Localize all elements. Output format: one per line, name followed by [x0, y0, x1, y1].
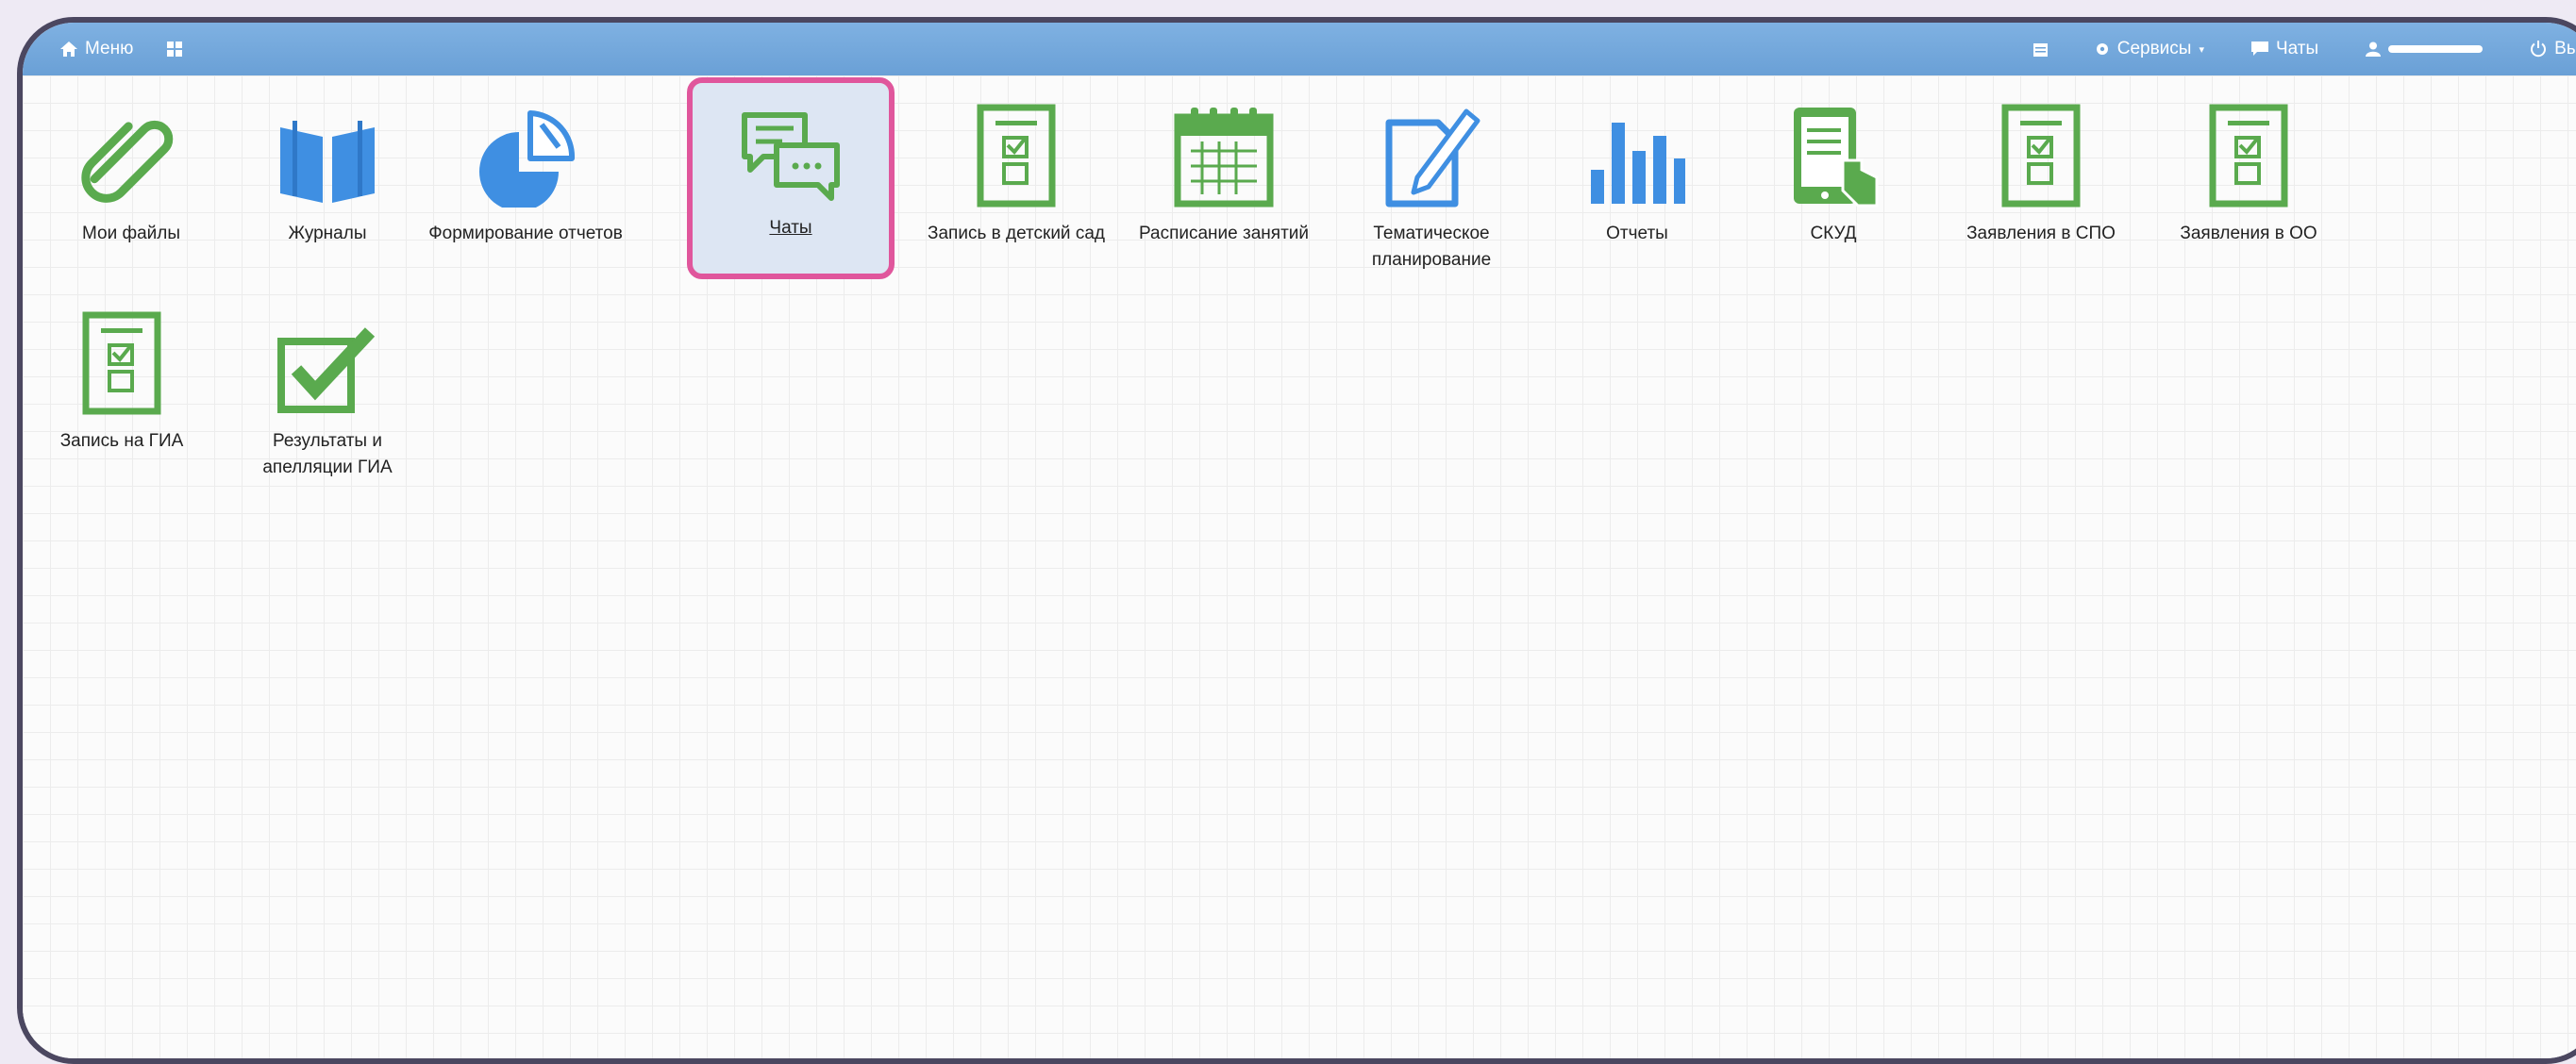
tile-label: Мои файлы [81, 224, 181, 243]
tile-skud[interactable]: СКУД [1734, 94, 1932, 247]
form-checklist-icon [2209, 104, 2288, 208]
tile-label: Результаты и апелляции ГИА [262, 431, 393, 477]
pie-chart-icon [479, 110, 576, 208]
tile-label: Формирование отчетов [428, 224, 623, 243]
menu-button[interactable]: Меню [60, 39, 133, 59]
tile-gia-results[interactable]: Результаты и апелляции ГИА [228, 302, 427, 481]
tile-reports-formation[interactable]: Формирование отчетов [427, 94, 625, 247]
app-window: Меню Сервисы ▾ Чаты В Мои файлы Журналы … [17, 17, 2576, 1064]
services-label: Сервисы [2116, 39, 2192, 58]
power-icon [2531, 41, 2547, 58]
form-checklist-icon [82, 311, 161, 415]
bar-chart-icon [1591, 123, 1685, 204]
tile-label: Тематическое планирование [1371, 224, 1492, 270]
exit-label: Выход [2554, 39, 2576, 58]
tile-kindergarten-enrollment[interactable]: Запись в детский сад [917, 94, 1115, 247]
tile-journals[interactable]: Журналы [228, 94, 427, 247]
chat-bubbles-icon [742, 112, 840, 201]
user-icon [2366, 42, 2382, 57]
tile-gia-registration[interactable]: Запись на ГИА [23, 302, 221, 455]
tile-label: СКУД [1810, 224, 1857, 243]
apps-grid-icon[interactable] [167, 42, 183, 57]
document-pencil-icon [1385, 108, 1480, 208]
form-checklist-icon [2001, 104, 2081, 208]
tile-label: Запись в детский сад [928, 224, 1105, 243]
tile-label: Заявления в ОО [2180, 224, 2317, 243]
tile-schedule[interactable]: Расписание занятий [1125, 94, 1323, 247]
chats-link[interactable]: Чаты [2250, 39, 2319, 59]
checkbox-check-icon [277, 327, 376, 413]
tile-my-files[interactable]: Мои файлы [32, 94, 230, 247]
top-navbar: Меню Сервисы ▾ Чаты В [23, 23, 2576, 75]
tile-reports[interactable]: Отчеты [1538, 94, 1736, 247]
exit-button[interactable]: Выход [2530, 39, 2576, 59]
menu-label: Меню [85, 39, 134, 58]
tile-label: Расписание занятий [1138, 224, 1310, 243]
caret-down-icon: ▾ [2199, 43, 2204, 56]
gear-icon [2096, 43, 2108, 55]
services-dropdown[interactable]: Сервисы ▾ [2095, 39, 2204, 59]
user-name-redacted [2388, 45, 2484, 53]
chats-label: Чаты [2275, 39, 2319, 58]
tile-label: Заявления в СПО [1966, 224, 2116, 243]
user-menu[interactable] [2366, 42, 2484, 57]
home-icon [60, 42, 77, 57]
tile-applications-spo[interactable]: Заявления в СПО [1942, 94, 2140, 247]
tile-thematic-planning[interactable]: Тематическое планирование [1332, 94, 1531, 274]
form-checklist-icon [977, 104, 1056, 208]
tile-label: Отчеты [1606, 224, 1668, 243]
open-book-icon [280, 121, 375, 203]
paperclip-icon [81, 120, 174, 203]
tile-label: Журналы [288, 224, 367, 243]
modules-grid: Мои файлы Журналы Формирование отчетов Ч… [23, 75, 2576, 1058]
tile-label: Запись на ГИА [59, 431, 184, 451]
tile-applications-oo[interactable]: Заявления в ОО [2149, 94, 2348, 247]
comment-icon [2250, 42, 2268, 56]
calendar-icon [1174, 108, 1274, 208]
tablet-hand-icon [1794, 108, 1879, 208]
tile-label: Чаты [769, 218, 812, 238]
calendar-small-icon[interactable] [2032, 42, 2048, 57]
tile-chats[interactable]: Чаты [687, 77, 895, 279]
